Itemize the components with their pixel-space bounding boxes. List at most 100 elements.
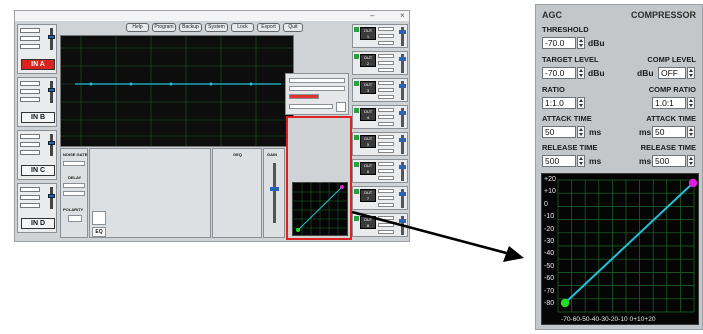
input-b-fader[interactable] bbox=[50, 81, 53, 103]
threshold-spinner[interactable] bbox=[577, 37, 585, 49]
output-7-field-1[interactable] bbox=[378, 189, 394, 193]
eq-response-graph[interactable] bbox=[60, 35, 294, 147]
output-3-field-3[interactable] bbox=[378, 95, 394, 99]
release-time-input[interactable]: 500 bbox=[542, 155, 576, 167]
input-a-field-3[interactable] bbox=[20, 44, 40, 49]
output-4-field-2[interactable] bbox=[378, 115, 394, 119]
ratio-spinner[interactable] bbox=[577, 97, 585, 109]
input-a-field-1[interactable] bbox=[20, 28, 40, 33]
noise-gate-field[interactable] bbox=[63, 161, 85, 166]
target-level-input[interactable]: -70.0 bbox=[542, 67, 576, 79]
preset-field-3[interactable] bbox=[289, 104, 333, 109]
attack-time-input[interactable]: 50 bbox=[542, 126, 576, 138]
toolbar-button-help[interactable]: Help bbox=[126, 23, 149, 32]
comp-attack-time-input[interactable]: 50 bbox=[652, 126, 686, 138]
in-d-button[interactable]: IN D bbox=[21, 218, 55, 229]
ratio-input[interactable]: 1:1.0 bbox=[542, 97, 576, 109]
minimize-icon[interactable]: – bbox=[370, 11, 374, 20]
input-d-field-1[interactable] bbox=[20, 187, 40, 192]
delay-field-1[interactable] bbox=[63, 183, 85, 188]
output-5-field-3[interactable] bbox=[378, 149, 394, 153]
output-5-fader-knob[interactable] bbox=[399, 138, 406, 142]
gain-fader-knob[interactable] bbox=[270, 187, 279, 191]
output-4-fader-knob[interactable] bbox=[399, 111, 406, 115]
output-2-fader-knob[interactable] bbox=[399, 57, 406, 61]
output-1-field-1[interactable] bbox=[378, 27, 394, 31]
output-3-button[interactable]: OUT 3 bbox=[360, 81, 376, 94]
input-c-fader-knob[interactable] bbox=[48, 141, 55, 145]
input-d-field-3[interactable] bbox=[20, 203, 40, 208]
attack-time-spinner[interactable] bbox=[577, 126, 585, 138]
output-3-mute-indicator[interactable] bbox=[354, 81, 359, 86]
output-8-field-2[interactable] bbox=[378, 223, 394, 227]
target-level-spinner[interactable] bbox=[577, 67, 585, 79]
delay-field-2[interactable] bbox=[63, 191, 85, 196]
output-6-field-2[interactable] bbox=[378, 169, 394, 173]
toolbar-button-quit[interactable]: Quit bbox=[283, 23, 303, 32]
output-8-button[interactable]: OUT 8 bbox=[360, 216, 376, 229]
input-b-field-1[interactable] bbox=[20, 81, 40, 86]
toolbar-button-system[interactable]: System bbox=[205, 23, 228, 32]
input-c-field-1[interactable] bbox=[20, 134, 40, 139]
comp-level-spinner[interactable] bbox=[687, 67, 695, 79]
input-a-fader[interactable] bbox=[50, 28, 53, 50]
preset-field-1[interactable] bbox=[289, 78, 345, 83]
output-6-field-3[interactable] bbox=[378, 176, 394, 180]
output-5-mute-indicator[interactable] bbox=[354, 135, 359, 140]
output-6-button[interactable]: OUT 6 bbox=[360, 162, 376, 175]
output-8-field-3[interactable] bbox=[378, 230, 394, 234]
output-4-field-3[interactable] bbox=[378, 122, 394, 126]
output-8-field-1[interactable] bbox=[378, 216, 394, 220]
output-5-field-2[interactable] bbox=[378, 142, 394, 146]
output-2-field-2[interactable] bbox=[378, 61, 394, 65]
in-a-button[interactable]: IN A bbox=[21, 59, 55, 70]
output-2-button[interactable]: OUT 2 bbox=[360, 54, 376, 67]
output-3-field-2[interactable] bbox=[378, 88, 394, 92]
polarity-button[interactable] bbox=[68, 215, 82, 222]
input-a-field-2[interactable] bbox=[20, 36, 40, 41]
eq-button[interactable]: EQ bbox=[92, 227, 106, 237]
agc-transfer-graph[interactable]: +20 +10 0 -10 -20 -30 -40 -50 -60 -70 -80 -70-60-5… bbox=[541, 173, 699, 325]
output-6-fader-knob[interactable] bbox=[399, 165, 406, 169]
input-b-field-2[interactable] bbox=[20, 89, 40, 94]
output-1-fader-knob[interactable] bbox=[399, 30, 406, 34]
comp-release-time-spinner[interactable] bbox=[687, 155, 695, 167]
input-c-field-3[interactable] bbox=[20, 150, 40, 155]
output-3-field-1[interactable] bbox=[378, 81, 394, 85]
release-time-spinner[interactable] bbox=[577, 155, 585, 167]
comp-ratio-spinner[interactable] bbox=[687, 97, 695, 109]
toolbar-button-program[interactable]: Program bbox=[152, 23, 176, 32]
input-b-field-3[interactable] bbox=[20, 97, 40, 102]
preset-button[interactable] bbox=[336, 102, 346, 112]
output-5-button[interactable]: OUT 5 bbox=[360, 135, 376, 148]
close-icon[interactable]: × bbox=[400, 11, 405, 20]
comp-attack-time-spinner[interactable] bbox=[687, 126, 695, 138]
input-c-field-2[interactable] bbox=[20, 142, 40, 147]
input-d-field-2[interactable] bbox=[20, 195, 40, 200]
toolbar-button-lock[interactable]: Lock bbox=[231, 23, 254, 32]
output-2-field-3[interactable] bbox=[378, 68, 394, 72]
input-c-fader[interactable] bbox=[50, 134, 53, 156]
output-8-mute-indicator[interactable] bbox=[354, 216, 359, 221]
output-7-field-2[interactable] bbox=[378, 196, 394, 200]
output-4-field-1[interactable] bbox=[378, 108, 394, 112]
input-b-fader-knob[interactable] bbox=[48, 88, 55, 92]
output-1-field-2[interactable] bbox=[378, 34, 394, 38]
comp-level-input[interactable]: OFF bbox=[658, 67, 686, 79]
threshold-input[interactable]: -70.0 bbox=[542, 37, 576, 49]
output-7-mute-indicator[interactable] bbox=[354, 189, 359, 194]
input-d-fader-knob[interactable] bbox=[48, 194, 55, 198]
output-7-field-3[interactable] bbox=[378, 203, 394, 207]
output-1-field-3[interactable] bbox=[378, 41, 394, 45]
in-b-button[interactable]: IN B bbox=[21, 112, 55, 123]
output-2-mute-indicator[interactable] bbox=[354, 54, 359, 59]
output-1-button[interactable]: OUT 1 bbox=[360, 27, 376, 40]
input-a-fader-knob[interactable] bbox=[48, 35, 55, 39]
output-6-field-1[interactable] bbox=[378, 162, 394, 166]
toolbar-button-backup[interactable]: Backup bbox=[179, 23, 202, 32]
preset-field-2[interactable] bbox=[289, 86, 345, 91]
comp-release-time-input[interactable]: 500 bbox=[652, 155, 686, 167]
output-7-button[interactable]: OUT 7 bbox=[360, 189, 376, 202]
output-4-mute-indicator[interactable] bbox=[354, 108, 359, 113]
output-7-fader-knob[interactable] bbox=[399, 192, 406, 196]
